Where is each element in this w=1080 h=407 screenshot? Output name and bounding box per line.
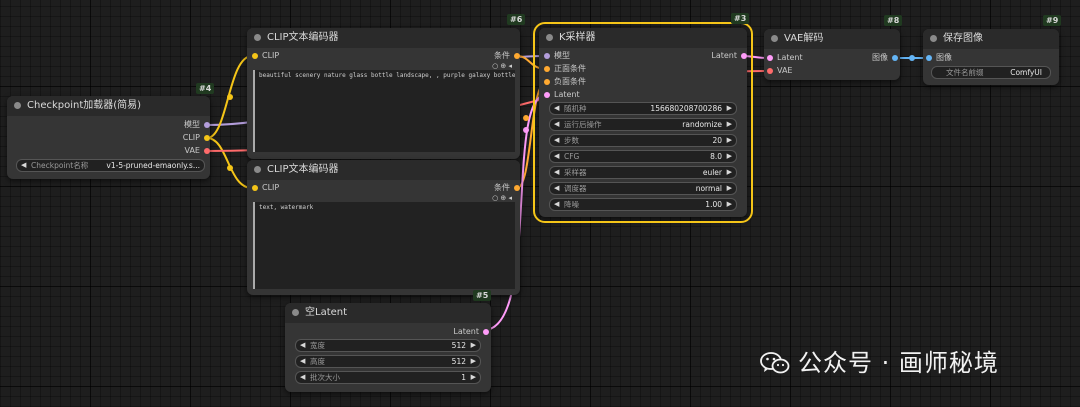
save-image-node[interactable]: 保存图像 图像 文件名前缀 ComfyUI: [923, 29, 1059, 85]
filename-prefix-widget[interactable]: 文件名前缀 ComfyUI: [931, 66, 1051, 79]
ksampler-node[interactable]: K采样器 模型 正面条件 负面条件 Latent Latent ◀ 随机种 1566…: [533, 22, 753, 223]
collapse-dot-icon[interactable]: [14, 102, 21, 109]
input-model[interactable]: 模型: [544, 51, 570, 61]
height-widget[interactable]: ◀ 高度 512 ▶: [295, 355, 481, 368]
prompt-textarea[interactable]: beautiful scenery nature glass bottle la…: [253, 70, 515, 152]
batch-size-widget[interactable]: ◀ 批次大小 1 ▶: [295, 371, 481, 384]
clip-text-encode-positive-node[interactable]: CLIP文本编码器 CLIP 条件 ○ ⊕ ◂ beautiful scener…: [247, 28, 520, 159]
arrow-right-icon[interactable]: ▶: [727, 167, 732, 178]
collapse-dot-icon[interactable]: [254, 166, 261, 173]
arrow-right-icon[interactable]: ▶: [727, 199, 732, 210]
collapse-dot-icon[interactable]: [930, 35, 937, 42]
node-id-badge: #6: [507, 14, 526, 25]
arrow-left-icon[interactable]: ◀: [554, 167, 559, 178]
output-latent[interactable]: Latent: [711, 51, 747, 61]
arrow-right-icon[interactable]: ▶: [727, 103, 732, 114]
denoise-widget[interactable]: ◀ 降噪 1.00 ▶: [549, 198, 737, 211]
clip-text-encode-negative-node[interactable]: CLIP文本编码器 CLIP 条件 ○ ⊕ ◂ text, watermark: [247, 160, 520, 295]
textarea-tools[interactable]: ○ ⊕ ◂: [492, 62, 512, 70]
arrow-left-icon[interactable]: ◀: [300, 356, 305, 367]
sampler-widget[interactable]: ◀ 采样器 euler ▶: [549, 166, 737, 179]
arrow-right-icon[interactable]: ▶: [471, 372, 476, 383]
arrow-right-icon[interactable]: ▶: [471, 340, 476, 351]
wire-clip-neg: [206, 137, 253, 189]
wechat-logo-icon: [760, 352, 790, 374]
input-latent[interactable]: Latent: [544, 90, 580, 100]
vae-decode-node[interactable]: VAE解码 Latent VAE 图像: [764, 29, 900, 80]
width-widget[interactable]: ◀ 宽度 512 ▶: [295, 339, 481, 352]
collapse-dot-icon[interactable]: [292, 309, 299, 316]
output-clip[interactable]: CLIP: [183, 133, 210, 143]
arrow-left-icon[interactable]: ◀: [21, 160, 26, 171]
arrow-left-icon[interactable]: ◀: [300, 340, 305, 351]
input-latent[interactable]: Latent: [767, 53, 803, 63]
textarea-tools[interactable]: ○ ⊕ ◂: [492, 194, 512, 202]
empty-latent-node[interactable]: 空Latent Latent ◀ 宽度 512 ▶ ◀ 高度 512 ▶ ◀ 批次大小 1 ▶: [285, 303, 491, 392]
node-title[interactable]: K采样器: [539, 28, 747, 48]
node-id-badge: #4: [196, 83, 215, 94]
collapse-dot-icon[interactable]: [546, 34, 553, 41]
arrow-left-icon[interactable]: ◀: [554, 135, 559, 146]
arrow-left-icon[interactable]: ◀: [554, 119, 559, 130]
node-title[interactable]: 保存图像: [923, 29, 1059, 49]
prompt-textarea[interactable]: text, watermark: [253, 202, 515, 289]
output-image[interactable]: 图像: [872, 53, 898, 63]
input-image[interactable]: 图像: [926, 53, 952, 63]
arrow-left-icon[interactable]: ◀: [554, 151, 559, 162]
node-title[interactable]: CLIP文本编码器: [247, 160, 520, 180]
collapse-dot-icon[interactable]: [771, 35, 778, 42]
node-id-badge: #5: [473, 290, 492, 301]
node-id-badge: #3: [731, 13, 750, 24]
seed-widget[interactable]: ◀ 随机种 156680208700286 ▶: [549, 102, 737, 115]
collapse-dot-icon[interactable]: [254, 34, 261, 41]
node-title[interactable]: 空Latent: [285, 303, 491, 323]
arrow-left-icon[interactable]: ◀: [554, 183, 559, 194]
arrow-right-icon[interactable]: ▶: [727, 135, 732, 146]
output-latent[interactable]: Latent: [453, 327, 489, 337]
node-id-badge: #9: [1043, 15, 1062, 26]
arrow-right-icon[interactable]: ▶: [471, 356, 476, 367]
wire-clip-pos: [206, 55, 253, 139]
ckpt-name-combo[interactable]: ◀ Checkpoint名称 v1-5-pruned-emaonly.s...: [16, 159, 205, 172]
checkpoint-loader-node[interactable]: Checkpoint加载器(简易) 模型 CLIP VAE ◀ Checkpoi…: [7, 96, 210, 179]
output-vae[interactable]: VAE: [185, 146, 210, 156]
node-title[interactable]: CLIP文本编码器: [247, 28, 520, 48]
output-conditioning[interactable]: 条件: [494, 51, 520, 61]
arrow-left-icon[interactable]: ◀: [554, 103, 559, 114]
node-id-badge: #8: [884, 15, 903, 26]
arrow-right-icon[interactable]: ▶: [727, 151, 732, 162]
input-positive[interactable]: 正面条件: [544, 64, 586, 74]
node-title[interactable]: VAE解码: [764, 29, 900, 49]
input-clip[interactable]: CLIP: [252, 51, 279, 61]
control-after-generate-widget[interactable]: ◀ 运行后操作 randomize ▶: [549, 118, 737, 131]
watermark-text: 公众号 · 画师秘境: [798, 349, 999, 377]
arrow-right-icon[interactable]: ▶: [727, 119, 732, 130]
node-title[interactable]: Checkpoint加载器(简易): [7, 96, 210, 116]
steps-widget[interactable]: ◀ 步数 20 ▶: [549, 134, 737, 147]
scheduler-widget[interactable]: ◀ 调度器 normal ▶: [549, 182, 737, 195]
arrow-left-icon[interactable]: ◀: [300, 372, 305, 383]
output-model[interactable]: 模型: [184, 120, 210, 130]
input-negative[interactable]: 负面条件: [544, 77, 586, 87]
arrow-left-icon[interactable]: ◀: [554, 199, 559, 210]
output-conditioning[interactable]: 条件: [494, 183, 520, 193]
cfg-widget[interactable]: ◀ CFG 8.0 ▶: [549, 150, 737, 163]
arrow-right-icon[interactable]: ▶: [727, 183, 732, 194]
input-clip[interactable]: CLIP: [252, 183, 279, 193]
input-vae[interactable]: VAE: [767, 66, 793, 76]
